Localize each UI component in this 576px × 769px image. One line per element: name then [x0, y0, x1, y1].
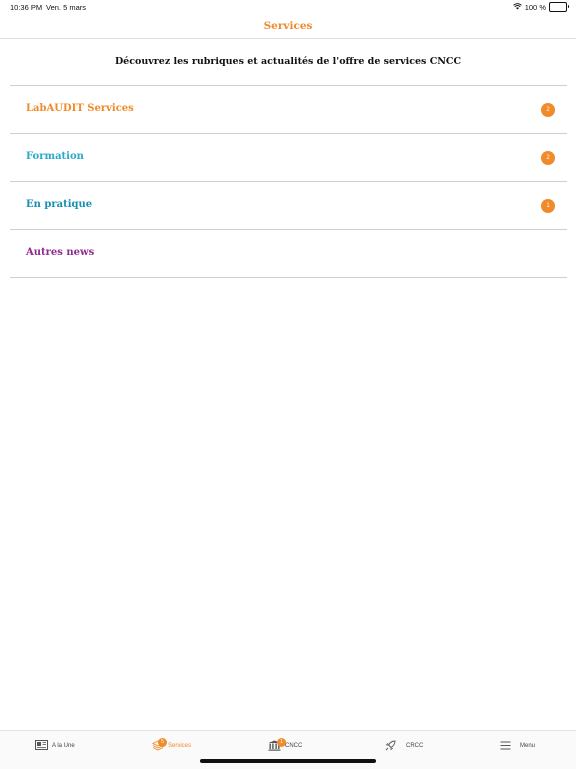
rocket-icon [385, 740, 396, 753]
building-icon: 1 [268, 737, 286, 753]
tab-badge: 5 [158, 737, 167, 747]
tab-a-la-une[interactable]: A la Une [35, 737, 75, 755]
count-badge: 2 [541, 103, 555, 117]
tab-crcc[interactable]: CRCC [385, 737, 423, 755]
battery-icon [549, 2, 569, 12]
status-bar: 10:36 PM Ven. 5 mars 100 % [0, 0, 576, 14]
tab-cncc[interactable]: 1 CNCC [268, 737, 302, 755]
status-date: Ven. 5 mars [46, 3, 87, 12]
tab-label: CRCC [406, 743, 424, 749]
tab-menu[interactable]: Menu [500, 737, 535, 755]
wifi-icon [512, 2, 522, 12]
status-time: 10:36 PM [10, 3, 43, 12]
section-list: LabAUDIT Services 2 Formation 2 En prati… [10, 85, 567, 278]
count-badge: 1 [541, 199, 555, 213]
layers-icon: 5 [151, 737, 167, 753]
section-label: En pratique [26, 199, 93, 210]
navigation-bar: Services [0, 14, 576, 39]
intro-text: Découvrez les rubriques et actualités de… [114, 56, 462, 67]
section-row-formation[interactable]: Formation 2 [10, 133, 567, 181]
newspaper-icon [35, 740, 48, 752]
home-indicator[interactable] [200, 759, 376, 763]
section-row-labaudit[interactable]: LabAUDIT Services 2 [10, 85, 567, 133]
status-indicators: 100 % [512, 2, 569, 12]
tab-label: Services [168, 743, 192, 749]
tab-label: CNCC [285, 743, 303, 749]
menu-icon [500, 741, 511, 752]
tab-bar: A la Une 5 Services 1 CNCC CRCC Menu [0, 730, 576, 769]
tab-badge: 1 [277, 737, 286, 747]
section-label: Formation [26, 151, 84, 162]
section-row-en-pratique[interactable]: En pratique 1 [10, 181, 567, 229]
battery-percentage: 100 % [524, 2, 546, 12]
count-badge: 2 [541, 151, 555, 165]
tab-services[interactable]: 5 Services [151, 737, 192, 755]
section-label: LabAUDIT Services [26, 103, 134, 114]
section-label: Autres news [26, 247, 95, 258]
tab-label: Menu [520, 743, 536, 749]
section-row-autres-news[interactable]: Autres news [10, 229, 567, 278]
tab-label: A la Une [52, 743, 75, 749]
page-title: Services [263, 20, 313, 32]
